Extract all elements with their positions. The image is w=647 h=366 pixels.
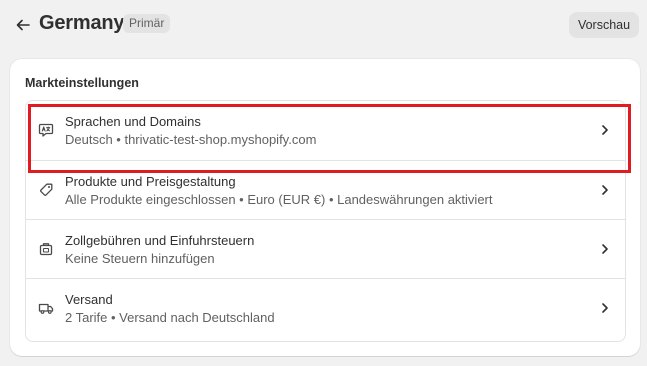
page-title: Germany — [39, 12, 125, 34]
primary-badge: Primär — [123, 14, 171, 33]
row-title: Produkte und Preisgestaltung — [65, 174, 236, 189]
chevron-right-icon — [599, 123, 611, 137]
language-icon — [38, 122, 54, 138]
row-subtitle: Deutsch • thrivatic-test-shop.myshopify.… — [65, 132, 317, 147]
row-title: Versand — [65, 292, 113, 307]
row-title: Zollgebühren und Einfuhrsteuern — [65, 233, 255, 248]
preview-button[interactable]: Vorschau — [569, 12, 639, 38]
truck-icon — [38, 300, 54, 316]
row-languages-domains[interactable]: Sprachen und Domains Deutsch • thrivatic… — [26, 101, 625, 160]
row-shipping[interactable]: Versand 2 Tarife • Versand nach Deutschl… — [26, 278, 625, 337]
price-tag-icon — [38, 182, 54, 198]
card-title: Markteinstellungen — [25, 76, 139, 90]
chevron-right-icon — [599, 301, 611, 315]
row-subtitle: 2 Tarife • Versand nach Deutschland — [65, 310, 275, 325]
row-subtitle: Alle Produkte eingeschlossen • Euro (EUR… — [65, 192, 493, 207]
chevron-right-icon — [599, 242, 611, 256]
row-duties-taxes[interactable]: Zollgebühren und Einfuhrsteuern Keine St… — [26, 219, 625, 278]
back-button[interactable] — [12, 14, 34, 36]
row-subtitle: Keine Steuern hinzufügen — [65, 251, 215, 266]
row-title: Sprachen und Domains — [65, 114, 201, 129]
settings-list: Sprachen und Domains Deutsch • thrivatic… — [25, 100, 626, 342]
chevron-right-icon — [599, 183, 611, 197]
row-products-pricing[interactable]: Produkte und Preisgestaltung Alle Produk… — [26, 160, 625, 219]
customs-icon — [38, 241, 54, 257]
page-header: Germany Primär Vorschau — [0, 0, 647, 50]
arrow-left-icon — [16, 19, 30, 31]
market-settings-card: Markteinstellungen Sprachen und Domains … — [10, 59, 640, 356]
